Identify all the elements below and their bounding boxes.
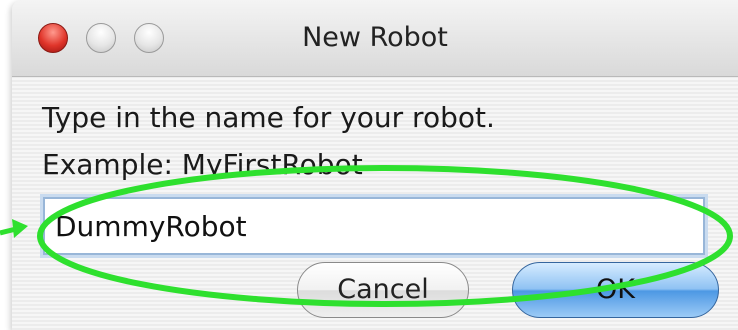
annotation-overlay xyxy=(0,165,733,307)
arrow-icon xyxy=(0,219,28,238)
highlight-ellipse xyxy=(37,165,733,307)
